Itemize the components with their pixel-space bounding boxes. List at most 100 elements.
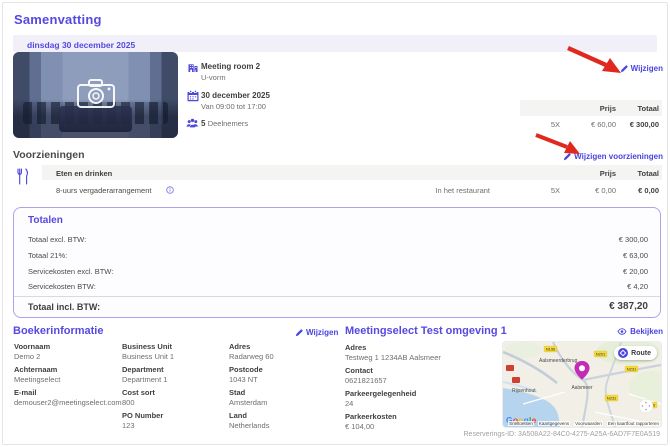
- venue-field-label: Contact: [345, 366, 373, 375]
- room-qty: 5X: [550, 120, 560, 129]
- room-price-header: Prijs Totaal: [520, 100, 662, 116]
- facilities-title: Voorzieningen: [13, 149, 85, 161]
- room-col-total: Totaal: [637, 104, 659, 113]
- utensils-icon: [16, 168, 29, 185]
- camera-icon: [75, 76, 117, 110]
- attendees-count: 5: [201, 119, 206, 128]
- booker-field-value: Demo 2: [14, 352, 41, 361]
- booker-field-label: PO Number: [122, 411, 164, 420]
- facilities-category-bar: Eten en drinken Prijs Totaal: [42, 165, 662, 180]
- booker-field-label: Department: [122, 365, 164, 374]
- room-col-price: Prijs: [599, 104, 616, 113]
- map-pan-control[interactable]: [638, 398, 654, 414]
- totals-grand-label: Totaal incl. BTW:: [28, 302, 101, 312]
- venue-field-label: Adres: [345, 343, 367, 352]
- annotation-arrow-room: [565, 45, 623, 75]
- attendees-label: Deelnemers: [207, 119, 249, 128]
- road-badge-red-icon: [506, 365, 514, 371]
- map-place-label: Rijsenhout: [512, 388, 536, 394]
- room-total: € 300,00: [629, 120, 659, 129]
- map-attribution: Sneltoetsen Kaartgegevens Voorwaarden Ee…: [508, 421, 660, 426]
- info-icon[interactable]: [166, 186, 174, 194]
- date-banner: dinsdag 30 december 2025: [13, 35, 657, 52]
- venue-field-label: Parkeerkosten: [345, 412, 397, 421]
- booker-field-value: Netherlands: [229, 421, 270, 430]
- booker-field-value: Amsterdam: [229, 398, 268, 407]
- venue-field-value: Testweg 1 1234AB Aalsmeer: [345, 353, 441, 362]
- totals-divider: [14, 296, 660, 297]
- edit-booker-link[interactable]: Wijzigen: [295, 328, 338, 337]
- map-place-label: Aalsmeer: [571, 385, 592, 391]
- totals-box: Totalen Totaal excl. BTW: € 300,00 Totaa…: [13, 207, 661, 318]
- totals-title: Totalen: [28, 215, 63, 226]
- room-photo: [13, 52, 178, 138]
- totals-row-value: € 4,20: [627, 282, 648, 291]
- booker-field-value: Radarweg 60: [229, 352, 274, 361]
- booker-field-label: Achternaam: [14, 365, 58, 374]
- map-attribution-item[interactable]: Een kaartfout rapporteren: [606, 421, 660, 426]
- facilities-col-price: Prijs: [599, 168, 616, 178]
- view-venue-link[interactable]: Bekijken: [617, 327, 663, 336]
- totals-row-label: Totaal excl. BTW:: [28, 235, 87, 244]
- room-date: 30 december 2025: [201, 91, 270, 100]
- road-badge: N231: [607, 396, 617, 401]
- totals-row-label: Totaal 21%:: [28, 251, 68, 260]
- attendees-row: 5 Deelnemers: [201, 119, 248, 128]
- map-place-label: Aalsmeerderbrug: [539, 358, 578, 364]
- road-badge: N196: [546, 347, 556, 352]
- booker-title: Boekerinformatie: [13, 325, 104, 337]
- booker-field-value: 123: [122, 421, 135, 430]
- venue-field-value: 0621821657: [345, 376, 387, 385]
- booker-field-label: Postcode: [229, 365, 263, 374]
- booker-field-label: Cost sort: [122, 388, 155, 397]
- booker-field-label: E-mail: [14, 388, 37, 397]
- edit-room-label: Wijzigen: [630, 64, 663, 73]
- route-button[interactable]: Route: [614, 346, 657, 360]
- facility-total: € 0,00: [638, 186, 659, 195]
- facility-price: € 0,00: [595, 186, 616, 195]
- room-layout: U-vorm: [201, 73, 226, 82]
- booker-field-value: Meetingselect: [14, 375, 61, 384]
- map-attribution-item[interactable]: Voorwaarden: [574, 421, 603, 426]
- venue-map[interactable]: N196 N201 N231 N231 N196 Aalsmeerderbrug…: [502, 341, 662, 428]
- facility-name: 8-uurs vergaderarrangement: [56, 186, 152, 195]
- totals-row-value: € 20,00: [622, 267, 648, 276]
- facilities-category: Eten en drinken: [56, 168, 113, 178]
- map-attribution-item[interactable]: Sneltoetsen: [508, 421, 534, 426]
- totals-grand-value: € 387,20: [609, 301, 648, 312]
- attendees-icon: [186, 117, 198, 129]
- edit-booker-label: Wijzigen: [306, 328, 339, 337]
- calendar-icon: [187, 90, 199, 102]
- road-badge: N231: [627, 367, 637, 372]
- route-icon: [618, 348, 629, 358]
- eye-icon: [617, 328, 627, 335]
- road-badge: N201: [596, 352, 606, 357]
- booker-field-value: Department 1: [122, 375, 168, 384]
- venue-field-label: Parkeergelegenheid: [345, 389, 417, 398]
- booker-field-label: Voornaam: [14, 342, 51, 351]
- map-attribution-item[interactable]: Kaartgegevens: [537, 421, 571, 426]
- venue-title: Meetingselect Test omgeving 1: [345, 325, 507, 337]
- facility-location: In het restaurant: [435, 186, 490, 195]
- facility-row: 8-uurs vergaderarrangement In het restau…: [42, 186, 662, 196]
- room-time: Van 09:00 tot 17:00: [201, 102, 266, 111]
- view-venue-label: Bekijken: [630, 327, 663, 336]
- facility-qty: 5X: [550, 186, 560, 195]
- totals-row-value: € 300,00: [618, 235, 648, 244]
- route-label: Route: [631, 349, 651, 357]
- edit-room-link[interactable]: Wijzigen: [620, 64, 663, 73]
- room-price-row: 5X € 60,00 € 300,00: [520, 120, 662, 130]
- reservation-id: Reserverings-ID: 3A508A22-84C0-4275-A25A…: [463, 431, 661, 438]
- totals-row-value: € 63,00: [622, 251, 648, 260]
- booker-field-label: Business Unit: [122, 342, 173, 351]
- facilities-col-total: Totaal: [637, 168, 659, 178]
- booker-field-label: Stad: [229, 388, 246, 397]
- booker-field-value: 800: [122, 398, 135, 407]
- room-name: Meeting room 2: [201, 62, 261, 71]
- totals-row-label: Servicekosten BTW:: [28, 282, 96, 291]
- building-icon: [187, 61, 199, 73]
- annotation-arrow-facilities: [534, 132, 582, 158]
- pencil-icon: [295, 328, 303, 336]
- totals-row-label: Servicekosten excl. BTW:: [28, 267, 114, 276]
- booker-field-value: demouser2@meetingselect.com: [14, 398, 122, 407]
